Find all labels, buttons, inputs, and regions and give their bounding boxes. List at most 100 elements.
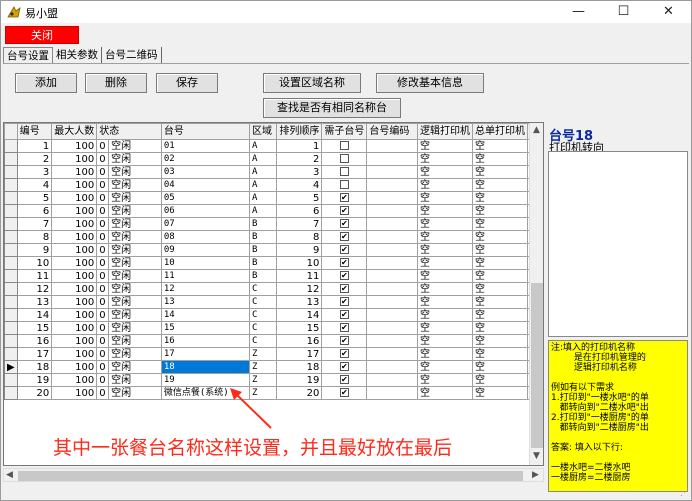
cell-table-name[interactable]: 09 bbox=[160, 243, 251, 257]
cell-logic-printer[interactable]: 空 bbox=[416, 243, 473, 257]
sub-table-checkbox[interactable]: ✔ bbox=[339, 349, 349, 358]
cell-status-text[interactable]: 空闲 bbox=[108, 321, 162, 335]
cell-area[interactable]: C bbox=[249, 334, 278, 348]
cell-total-printer[interactable]: 空 bbox=[471, 282, 528, 296]
find-duplicate-button[interactable]: 查找是否有相同名称台 bbox=[263, 98, 401, 118]
cell-max-people[interactable]: 100 bbox=[51, 243, 98, 257]
sub-table-checkbox[interactable]: ✔ bbox=[339, 310, 349, 319]
row-indicator[interactable] bbox=[4, 347, 18, 361]
cell-max-people[interactable]: 100 bbox=[51, 282, 98, 296]
cell-order[interactable]: 18 bbox=[276, 360, 323, 374]
table-row[interactable]: 15 100 0 空闲 15 C 15 ✔ 空空 bbox=[4, 321, 543, 335]
cell-max-people[interactable]: 100 bbox=[51, 386, 98, 400]
cell-table-code[interactable] bbox=[366, 295, 418, 309]
table-row[interactable]: 2 100 0 空闲 02 A 2 空空 bbox=[4, 152, 543, 166]
tab-related-params[interactable]: 相关参数 bbox=[53, 47, 102, 63]
cell-status[interactable]: 0 bbox=[96, 191, 110, 205]
cell-order[interactable]: 15 bbox=[276, 321, 323, 335]
cell-area[interactable]: A bbox=[249, 152, 278, 166]
cell-status[interactable]: 0 bbox=[96, 386, 110, 400]
sub-table-checkbox[interactable]: ✔ bbox=[339, 362, 349, 371]
sub-table-checkbox[interactable] bbox=[339, 167, 349, 176]
cell-table-code[interactable] bbox=[366, 165, 418, 179]
cell-table-code[interactable] bbox=[366, 256, 418, 270]
column-header[interactable]: 逻辑打印机 bbox=[416, 123, 473, 140]
cell-logic-printer[interactable]: 空 bbox=[416, 191, 473, 205]
column-header[interactable]: 编号 bbox=[16, 123, 53, 140]
cell-status[interactable]: 0 bbox=[96, 230, 110, 244]
column-header[interactable]: 最大人数 bbox=[51, 123, 98, 140]
table-row[interactable]: 13 100 0 空闲 13 C 13 ✔ 空空 bbox=[4, 295, 543, 309]
row-indicator[interactable] bbox=[4, 269, 18, 283]
cell-status-text[interactable]: 空闲 bbox=[108, 178, 162, 192]
cell-table-name[interactable]: 11 bbox=[160, 269, 251, 283]
cell-status[interactable]: 0 bbox=[96, 295, 110, 309]
cell-status-text[interactable]: 空闲 bbox=[108, 139, 162, 153]
cell-id[interactable]: 2 bbox=[16, 152, 53, 166]
cell-id[interactable]: 14 bbox=[16, 308, 53, 322]
cell-status[interactable]: 0 bbox=[96, 139, 110, 153]
cell-order[interactable]: 17 bbox=[276, 347, 323, 361]
cell-id[interactable]: 19 bbox=[16, 373, 53, 387]
cell-id[interactable]: 12 bbox=[16, 282, 53, 296]
cell-total-printer[interactable]: 空 bbox=[471, 269, 528, 283]
cell-status-text[interactable]: 空闲 bbox=[108, 269, 162, 283]
cell-status-text[interactable]: 空闲 bbox=[108, 360, 162, 374]
column-header[interactable]: 需子台号 bbox=[321, 123, 368, 140]
cell-id[interactable]: 8 bbox=[16, 230, 53, 244]
cell-status-text[interactable]: 空闲 bbox=[108, 308, 162, 322]
cell-order[interactable]: 9 bbox=[276, 243, 323, 257]
table-row[interactable]: 9 100 0 空闲 09 B 9 ✔ 空空 bbox=[4, 243, 543, 257]
cell-order[interactable]: 12 bbox=[276, 282, 323, 296]
cell-table-name[interactable]: 17 bbox=[160, 347, 251, 361]
cell-area[interactable]: A bbox=[249, 191, 278, 205]
cell-table-code[interactable] bbox=[366, 308, 418, 322]
cell-status[interactable]: 0 bbox=[96, 178, 110, 192]
table-row[interactable]: 14 100 0 空闲 14 C 14 ✔ 空空 bbox=[4, 308, 543, 322]
cell-logic-printer[interactable]: 空 bbox=[416, 295, 473, 309]
cell-sub-table[interactable]: ✔ bbox=[321, 282, 368, 296]
scroll-right-icon[interactable]: ▶ bbox=[532, 470, 539, 480]
cell-max-people[interactable]: 100 bbox=[51, 217, 98, 231]
cell-total-printer[interactable]: 空 bbox=[471, 178, 528, 192]
vertical-scroll-thumb[interactable] bbox=[531, 283, 543, 448]
cell-logic-printer[interactable]: 空 bbox=[416, 204, 473, 218]
cell-max-people[interactable]: 100 bbox=[51, 321, 98, 335]
cell-logic-printer[interactable]: 空 bbox=[416, 152, 473, 166]
cell-sub-table[interactable]: ✔ bbox=[321, 295, 368, 309]
cell-total-printer[interactable]: 空 bbox=[471, 139, 528, 153]
table-row[interactable]: 4 100 0 空闲 04 A 4 空空 bbox=[4, 178, 543, 192]
cell-id[interactable]: 20 bbox=[16, 386, 53, 400]
cell-total-printer[interactable]: 空 bbox=[471, 295, 528, 309]
cell-status-text[interactable]: 空闲 bbox=[108, 191, 162, 205]
cell-id[interactable]: 18 bbox=[16, 360, 53, 374]
cell-sub-table[interactable]: ✔ bbox=[321, 269, 368, 283]
cell-sub-table[interactable] bbox=[321, 178, 368, 192]
row-indicator[interactable] bbox=[4, 139, 18, 153]
row-indicator[interactable] bbox=[4, 243, 18, 257]
cell-order[interactable]: 10 bbox=[276, 256, 323, 270]
cell-table-name[interactable]: 05 bbox=[160, 191, 251, 205]
cell-sub-table[interactable]: ✔ bbox=[321, 386, 368, 400]
cell-logic-printer[interactable]: 空 bbox=[416, 347, 473, 361]
cell-sub-table[interactable]: ✔ bbox=[321, 217, 368, 231]
table-row[interactable]: 10 100 0 空闲 10 B 10 ✔ 空空 bbox=[4, 256, 543, 270]
cell-status[interactable]: 0 bbox=[96, 204, 110, 218]
cell-table-name[interactable]: 08 bbox=[160, 230, 251, 244]
cell-order[interactable]: 13 bbox=[276, 295, 323, 309]
cell-area[interactable]: A bbox=[249, 165, 278, 179]
cell-order[interactable]: 3 bbox=[276, 165, 323, 179]
cell-table-code[interactable] bbox=[366, 178, 418, 192]
cell-logic-printer[interactable]: 空 bbox=[416, 308, 473, 322]
cell-total-printer[interactable]: 空 bbox=[471, 217, 528, 231]
column-header[interactable]: 排列顺序 bbox=[276, 123, 323, 140]
cell-area[interactable]: A bbox=[249, 139, 278, 153]
cell-logic-printer[interactable]: 空 bbox=[416, 386, 473, 400]
sub-table-checkbox[interactable] bbox=[339, 180, 349, 189]
cell-max-people[interactable]: 100 bbox=[51, 269, 98, 283]
column-header[interactable]: 台号 bbox=[160, 123, 251, 140]
cell-id[interactable]: 15 bbox=[16, 321, 53, 335]
cell-area[interactable]: Z bbox=[249, 347, 278, 361]
cell-sub-table[interactable]: ✔ bbox=[321, 191, 368, 205]
cell-area[interactable]: A bbox=[249, 204, 278, 218]
